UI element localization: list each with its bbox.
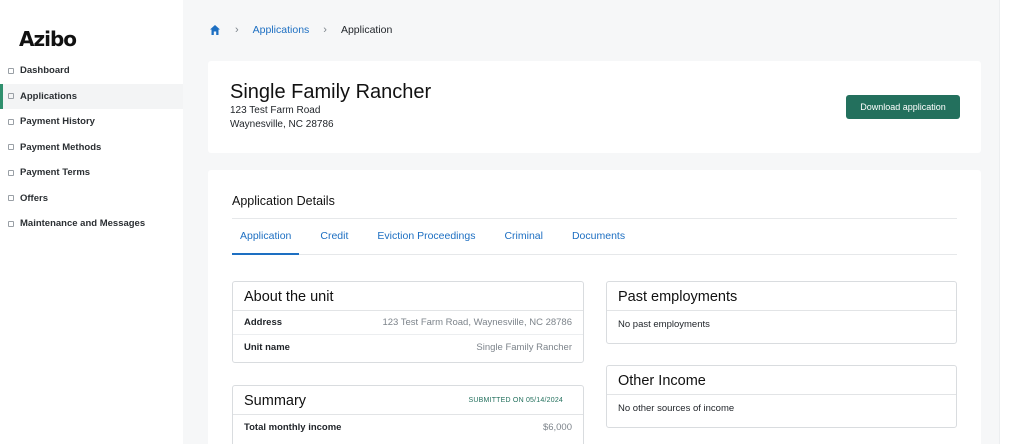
card-icon	[8, 144, 14, 151]
row-value: $6,000	[542, 421, 572, 433]
message-icon	[8, 220, 14, 227]
table-row: Total monthly income $6,000	[233, 415, 583, 439]
table-row: Address 123 Test Farm Road, Waynesville,…	[233, 311, 583, 335]
past-employments-box: Past employments No past employments	[606, 281, 957, 344]
row-label: Unit name	[244, 341, 290, 353]
box-title: Past employments	[607, 282, 956, 311]
breadcrumb: › Applications › Application	[209, 22, 392, 38]
row-label: Address	[244, 317, 283, 328]
main-content: › Applications › Application Single Fami…	[183, 0, 999, 444]
receipt-icon	[8, 118, 14, 125]
page-title: Single Family Rancher	[230, 81, 432, 103]
sidebar-item-applications[interactable]: Applications	[0, 83, 183, 109]
property-address: 123 Test Farm Road Waynesville, NC 28786	[230, 104, 334, 132]
sidebar-item-maintenance[interactable]: Maintenance and Messages	[0, 211, 183, 237]
tab-eviction-proceedings[interactable]: Eviction Proceedings	[369, 223, 483, 255]
section-title: Application Details	[232, 194, 335, 208]
chevron-right-icon: ›	[323, 24, 327, 36]
sidebar-item-label: Payment Methods	[20, 141, 102, 153]
tab-credit[interactable]: Credit	[312, 223, 356, 255]
row-value: 123 Test Farm Road, Waynesville, NC 2878…	[382, 317, 572, 328]
box-title: Summary SUBMITTED ON 05/14/2024	[233, 386, 583, 415]
address-line-1: 123 Test Farm Road	[230, 105, 321, 116]
sidebar-item-payment-history[interactable]: Payment History	[0, 109, 183, 135]
box-title: Other Income	[607, 366, 956, 395]
property-header-card: Single Family Rancher 123 Test Farm Road…	[208, 61, 981, 153]
sidebar-item-payment-terms[interactable]: Payment Terms	[0, 160, 183, 186]
sidebar-item-offers[interactable]: Offers	[0, 186, 183, 212]
details-tabs: Application Credit Eviction Proceedings …	[232, 223, 957, 255]
row-label: Total monthly income	[244, 421, 342, 433]
table-row: Unit name Single Family Rancher	[233, 335, 583, 359]
sidebar-item-label: Applications	[20, 90, 78, 102]
sidebar-item-label: Payment Terms	[20, 167, 91, 179]
empty-state-text: No other sources of income	[618, 403, 735, 414]
sidebar-nav: Dashboard Applications Payment History P…	[0, 58, 183, 237]
about-unit-box: About the unit Address 123 Test Farm Roa…	[232, 281, 584, 363]
box-title: About the unit	[233, 282, 583, 311]
azibo-logo[interactable]: Azibo	[19, 27, 77, 51]
sidebar-item-dashboard[interactable]: Dashboard	[0, 58, 183, 84]
tab-application[interactable]: Application	[232, 223, 300, 255]
summary-title: Summary	[244, 393, 307, 409]
tab-documents[interactable]: Documents	[564, 223, 633, 255]
gift-icon	[8, 195, 14, 202]
breadcrumb-current: Application	[340, 24, 393, 36]
row-value: Single Family Rancher	[476, 341, 572, 353]
download-application-button[interactable]: Download application	[846, 95, 960, 119]
sidebar: Azibo Dashboard Applications Payment His…	[0, 0, 183, 444]
submitted-date: SUBMITTED ON 05/14/2024	[468, 397, 563, 404]
document-icon	[8, 93, 14, 100]
tab-criminal[interactable]: Criminal	[496, 223, 551, 255]
sidebar-item-payment-methods[interactable]: Payment Methods	[0, 135, 183, 161]
sidebar-item-label: Offers	[20, 192, 48, 204]
breadcrumb-applications-link[interactable]: Applications	[253, 24, 310, 36]
summary-box: Summary SUBMITTED ON 05/14/2024 Total mo…	[232, 385, 584, 444]
home-icon	[8, 67, 14, 74]
sidebar-item-label: Maintenance and Messages	[20, 218, 146, 230]
other-income-box: Other Income No other sources of income	[606, 365, 957, 428]
calendar-icon	[8, 169, 14, 176]
sidebar-item-label: Dashboard	[20, 65, 70, 77]
divider	[232, 218, 957, 219]
home-icon[interactable]	[209, 24, 221, 36]
address-line-2: Waynesville, NC 28786	[230, 119, 334, 130]
sidebar-item-label: Payment History	[20, 116, 95, 128]
chevron-right-icon: ›	[235, 24, 239, 36]
empty-state-text: No past employments	[618, 319, 710, 330]
scrollbar[interactable]	[999, 0, 1010, 444]
